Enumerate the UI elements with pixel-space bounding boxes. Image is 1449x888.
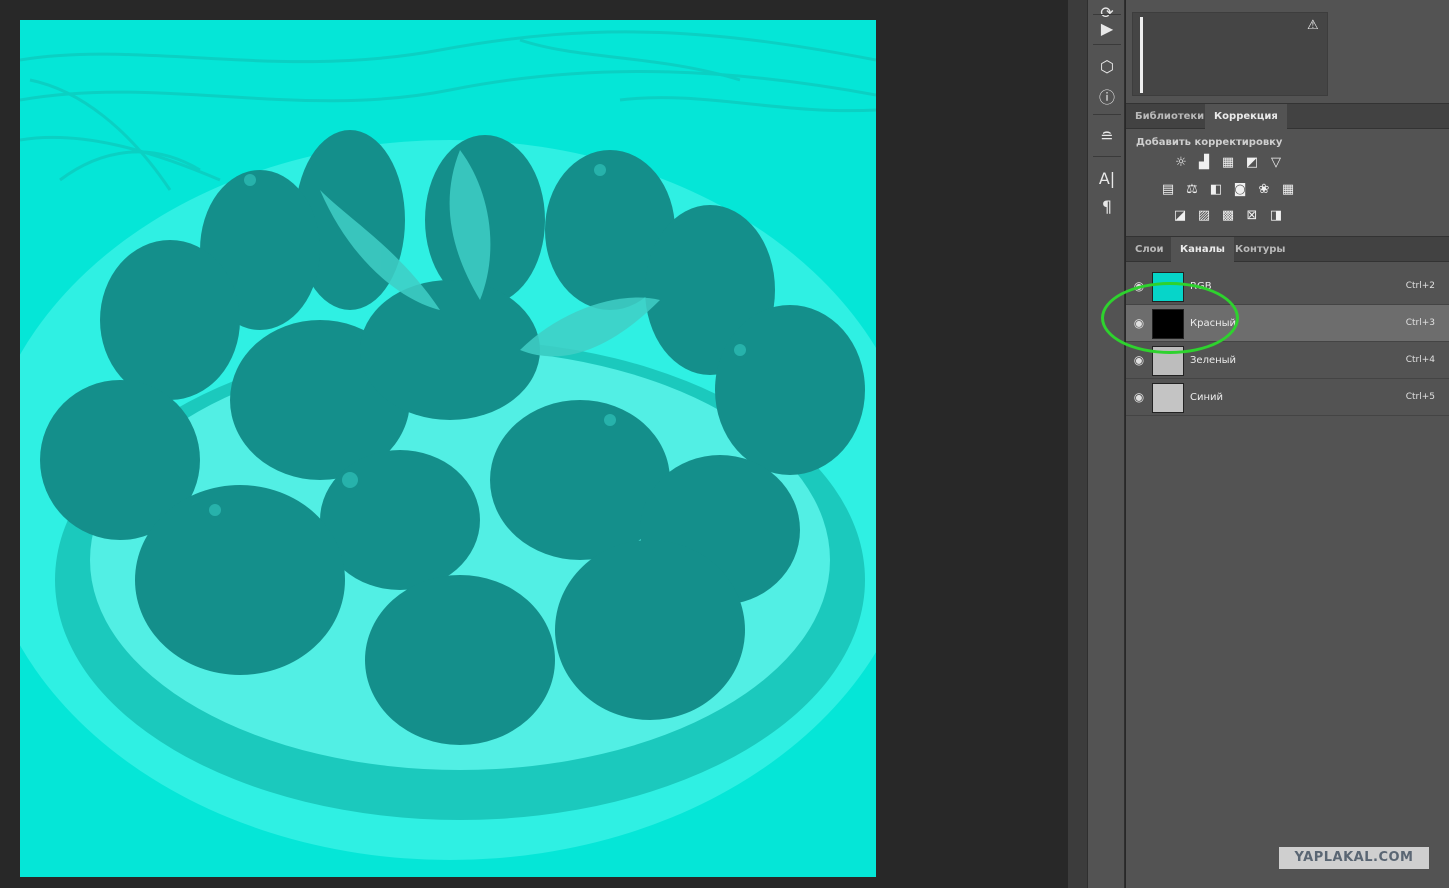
curves-icon[interactable]: ▦ — [1220, 154, 1236, 170]
document-canvas[interactable] — [20, 20, 876, 877]
channel-mixer-icon[interactable]: ❀ — [1256, 181, 1272, 197]
posterize-icon[interactable]: ▨ — [1196, 207, 1212, 223]
tab-layers[interactable]: Слои — [1126, 237, 1173, 262]
channel-shortcut: Ctrl+3 — [1405, 318, 1435, 328]
channel-row-red[interactable]: ◉ Красный Ctrl+3 — [1126, 305, 1449, 342]
tool-divider — [1093, 156, 1121, 157]
channel-name: Зеленый — [1190, 355, 1237, 366]
gradient-map-icon[interactable]: ◨ — [1268, 207, 1284, 223]
channel-name: RGB — [1190, 281, 1212, 292]
panel-tool-strip: ⟳ ▶ ⬡ ⓘ ≘ A| ¶ — [1087, 0, 1125, 888]
channel-thumbnail-green — [1152, 346, 1184, 376]
channel-shortcut: Ctrl+2 — [1405, 281, 1435, 291]
tab-channels[interactable]: Каналы — [1171, 237, 1234, 262]
hue-saturation-icon[interactable]: ▤ — [1160, 181, 1176, 197]
tab-libraries[interactable]: Библиотеки — [1126, 104, 1213, 129]
warning-icon[interactable]: ⚠ — [1307, 19, 1321, 33]
tool-divider — [1093, 14, 1121, 15]
exposure-icon[interactable]: ◩ — [1244, 154, 1260, 170]
channel-shortcut: Ctrl+5 — [1405, 392, 1435, 402]
channel-row-rgb[interactable]: ◉ RGB Ctrl+2 — [1126, 268, 1449, 305]
channel-thumbnail-blue — [1152, 383, 1184, 413]
photo-filter-icon[interactable]: ◙ — [1232, 181, 1248, 197]
info-icon[interactable]: ⓘ — [1095, 84, 1119, 108]
channel-name: Синий — [1190, 392, 1224, 403]
channel-thumbnail-red — [1152, 309, 1184, 339]
layers-tabbar: Слои Каналы Контуры — [1126, 236, 1449, 262]
canvas-workspace — [0, 0, 1068, 888]
brightness-icon[interactable]: ☼ — [1173, 154, 1189, 170]
visibility-eye-icon[interactable]: ◉ — [1132, 353, 1146, 367]
visibility-eye-icon[interactable]: ◉ — [1132, 390, 1146, 404]
threshold-icon[interactable]: ▩ — [1220, 207, 1236, 223]
channel-shortcut: Ctrl+4 — [1405, 355, 1435, 365]
channel-thumbnail-rgb — [1152, 272, 1184, 302]
watermark-logo: YAPLAKAL.COM — [1279, 847, 1429, 869]
black-white-icon[interactable]: ◧ — [1208, 181, 1224, 197]
visibility-eye-icon[interactable]: ◉ — [1132, 279, 1146, 293]
panel-gutter — [1068, 0, 1087, 888]
visibility-eye-icon[interactable]: ◉ — [1132, 316, 1146, 330]
3d-cube-icon[interactable]: ⬡ — [1095, 54, 1119, 78]
histogram-panel: ⚠ — [1132, 12, 1328, 96]
character-icon[interactable]: A| — [1095, 166, 1119, 190]
vibrance-icon[interactable]: ▽ — [1268, 154, 1284, 170]
paragraph-icon[interactable]: ¶ — [1095, 194, 1119, 218]
clone-source-icon[interactable]: ≘ — [1095, 124, 1119, 148]
levels-icon[interactable]: ▟ — [1196, 154, 1212, 170]
play-action-icon[interactable]: ▶ — [1095, 16, 1119, 40]
tab-adjustments[interactable]: Коррекция — [1205, 104, 1287, 129]
adjustments-tabbar: Библиотеки Коррекция — [1126, 103, 1449, 129]
tool-divider — [1093, 114, 1121, 115]
color-balance-icon[interactable]: ⚖ — [1184, 181, 1200, 197]
channel-name: Красный — [1190, 318, 1237, 329]
histogram-spike — [1140, 17, 1143, 93]
tool-divider — [1093, 44, 1121, 45]
color-lookup-icon[interactable]: ▦ — [1280, 181, 1296, 197]
tab-paths[interactable]: Контуры — [1226, 237, 1294, 262]
selective-color-icon[interactable]: ⊠ — [1244, 207, 1260, 223]
invert-icon[interactable]: ◪ — [1172, 207, 1188, 223]
right-panels: ⚠ Библиотеки Коррекция Добавить корректи… — [1126, 0, 1449, 888]
strawberry-tart-image — [20, 20, 876, 877]
channel-row-green[interactable]: ◉ Зеленый Ctrl+4 — [1126, 342, 1449, 379]
channel-row-blue[interactable]: ◉ Синий Ctrl+5 — [1126, 379, 1449, 416]
adjustments-title: Добавить корректировку — [1136, 137, 1283, 148]
